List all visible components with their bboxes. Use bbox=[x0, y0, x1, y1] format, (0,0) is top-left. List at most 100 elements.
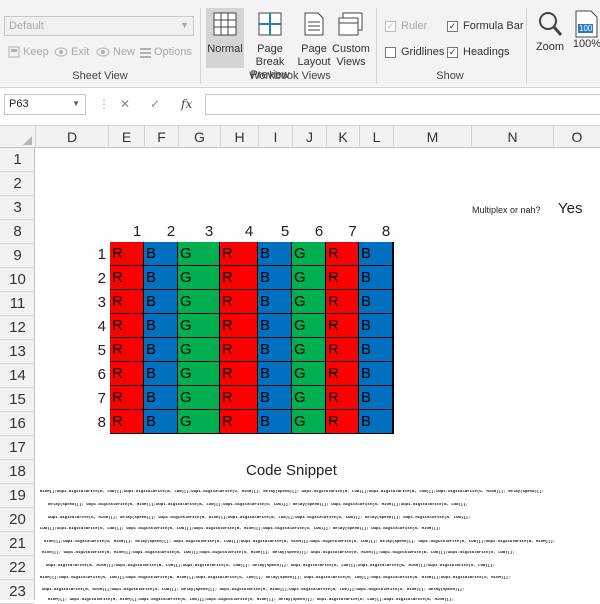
row-header[interactable]: 17 bbox=[0, 436, 35, 460]
plate-well[interactable]: R bbox=[326, 314, 359, 338]
plate-well[interactable]: B bbox=[359, 314, 393, 338]
plate-well[interactable]: B bbox=[359, 242, 393, 266]
plate-well[interactable]: G bbox=[178, 242, 220, 266]
plate-well[interactable]: R bbox=[326, 338, 359, 362]
row-header[interactable]: 21 bbox=[0, 532, 35, 556]
plate-well[interactable]: B bbox=[359, 410, 393, 434]
row-header[interactable]: 3 bbox=[0, 196, 35, 220]
plate-well[interactable]: R bbox=[220, 266, 258, 290]
plate-well[interactable]: R bbox=[220, 410, 258, 434]
plate-well[interactable]: R bbox=[110, 266, 144, 290]
row-header[interactable]: 9 bbox=[0, 244, 35, 268]
row-header[interactable]: 1 bbox=[0, 148, 35, 172]
plate-well[interactable]: R bbox=[326, 386, 359, 410]
headings-checkbox[interactable]: ✓ Headings bbox=[447, 46, 509, 58]
insert-function-icon[interactable]: fx bbox=[181, 97, 192, 111]
col-header-N[interactable]: N bbox=[471, 126, 553, 148]
row-header[interactable]: 13 bbox=[0, 340, 35, 364]
row-header[interactable]: 20 bbox=[0, 508, 35, 532]
plate-well[interactable]: R bbox=[326, 410, 359, 434]
col-header-E[interactable]: E bbox=[108, 126, 144, 148]
plate-well[interactable]: B bbox=[258, 410, 292, 434]
plate-well[interactable]: R bbox=[326, 362, 359, 386]
plate-well[interactable]: B bbox=[144, 410, 178, 434]
col-header-I[interactable]: I bbox=[258, 126, 292, 148]
plate-well[interactable]: B bbox=[258, 362, 292, 386]
formula-bar-checkbox[interactable]: ✓ Formula Bar bbox=[447, 20, 524, 32]
col-header-O[interactable]: O bbox=[553, 126, 600, 148]
plate-well[interactable]: G bbox=[292, 410, 326, 434]
multiplex-answer[interactable]: Yes bbox=[558, 200, 582, 217]
plate-well[interactable]: B bbox=[144, 386, 178, 410]
plate-well[interactable]: B bbox=[258, 314, 292, 338]
plate-well[interactable]: R bbox=[220, 362, 258, 386]
plate-well[interactable]: R bbox=[220, 338, 258, 362]
plate-well[interactable]: B bbox=[144, 314, 178, 338]
plate-well[interactable]: G bbox=[178, 362, 220, 386]
col-header-F[interactable]: F bbox=[144, 126, 178, 148]
col-header-M[interactable]: M bbox=[393, 126, 471, 148]
row-header[interactable]: 2 bbox=[0, 172, 35, 196]
plate-well[interactable]: R bbox=[110, 386, 144, 410]
row-header[interactable]: 15 bbox=[0, 388, 35, 412]
plate-well[interactable]: R bbox=[110, 362, 144, 386]
plate-well[interactable]: B bbox=[359, 266, 393, 290]
custom-views-button[interactable]: Custom Views bbox=[332, 8, 370, 68]
plate-well[interactable]: B bbox=[258, 386, 292, 410]
plate-well[interactable]: B bbox=[144, 338, 178, 362]
row-header[interactable]: 16 bbox=[0, 412, 35, 436]
zoom-100-button[interactable]: 100 100% bbox=[570, 10, 600, 50]
col-header-L[interactable]: L bbox=[359, 126, 393, 148]
plate-well[interactable]: B bbox=[144, 290, 178, 314]
row-header[interactable]: 12 bbox=[0, 316, 35, 340]
plate-well[interactable]: B bbox=[258, 242, 292, 266]
row-header[interactable]: 19 bbox=[0, 484, 35, 508]
plate-well[interactable]: R bbox=[110, 242, 144, 266]
plate-well[interactable]: R bbox=[220, 314, 258, 338]
name-box[interactable]: P63 ▼ bbox=[4, 94, 86, 115]
plate-well[interactable]: R bbox=[110, 410, 144, 434]
plate-well[interactable]: B bbox=[359, 338, 393, 362]
plate-well[interactable]: G bbox=[292, 314, 326, 338]
page-break-preview-button[interactable]: Page Break Preview bbox=[245, 8, 295, 81]
plate-well[interactable]: G bbox=[292, 266, 326, 290]
plate-well[interactable]: G bbox=[178, 314, 220, 338]
zoom-button[interactable]: Zoom bbox=[532, 10, 568, 53]
row-header[interactable]: 11 bbox=[0, 292, 35, 316]
plate-well[interactable]: B bbox=[258, 290, 292, 314]
plate-well[interactable]: G bbox=[292, 290, 326, 314]
plate-well[interactable]: G bbox=[292, 242, 326, 266]
plate-well[interactable]: G bbox=[178, 410, 220, 434]
plate-well[interactable]: G bbox=[292, 338, 326, 362]
plate-well[interactable]: B bbox=[359, 290, 393, 314]
plate-well[interactable]: B bbox=[258, 338, 292, 362]
select-all-corner[interactable] bbox=[0, 126, 35, 148]
plate-well[interactable]: G bbox=[178, 386, 220, 410]
plate-well[interactable]: B bbox=[258, 266, 292, 290]
col-header-D[interactable]: D bbox=[35, 126, 108, 148]
plate-well[interactable]: G bbox=[292, 386, 326, 410]
normal-view-button[interactable]: Normal bbox=[206, 8, 244, 68]
plate-well[interactable]: R bbox=[326, 266, 359, 290]
col-header-J[interactable]: J bbox=[292, 126, 326, 148]
plate-well[interactable]: R bbox=[220, 386, 258, 410]
plate-well[interactable]: R bbox=[110, 338, 144, 362]
row-header[interactable]: 18 bbox=[0, 460, 35, 484]
plate-well[interactable]: B bbox=[144, 362, 178, 386]
plate-well[interactable]: R bbox=[326, 290, 359, 314]
formula-input[interactable] bbox=[205, 94, 600, 115]
plate-well[interactable]: G bbox=[178, 290, 220, 314]
row-header[interactable]: 8 bbox=[0, 220, 35, 244]
gridlines-checkbox[interactable]: Gridlines bbox=[385, 46, 444, 58]
plate-well[interactable]: G bbox=[292, 362, 326, 386]
row-header[interactable]: 14 bbox=[0, 364, 35, 388]
row-header[interactable]: 10 bbox=[0, 268, 35, 292]
col-header-G[interactable]: G bbox=[178, 126, 220, 148]
plate-well[interactable]: R bbox=[110, 290, 144, 314]
plate-well[interactable]: R bbox=[326, 242, 359, 266]
plate-well[interactable]: B bbox=[144, 242, 178, 266]
plate-well[interactable]: B bbox=[359, 362, 393, 386]
plate-well[interactable]: G bbox=[178, 338, 220, 362]
plate-well[interactable]: B bbox=[359, 386, 393, 410]
col-header-K[interactable]: K bbox=[326, 126, 359, 148]
